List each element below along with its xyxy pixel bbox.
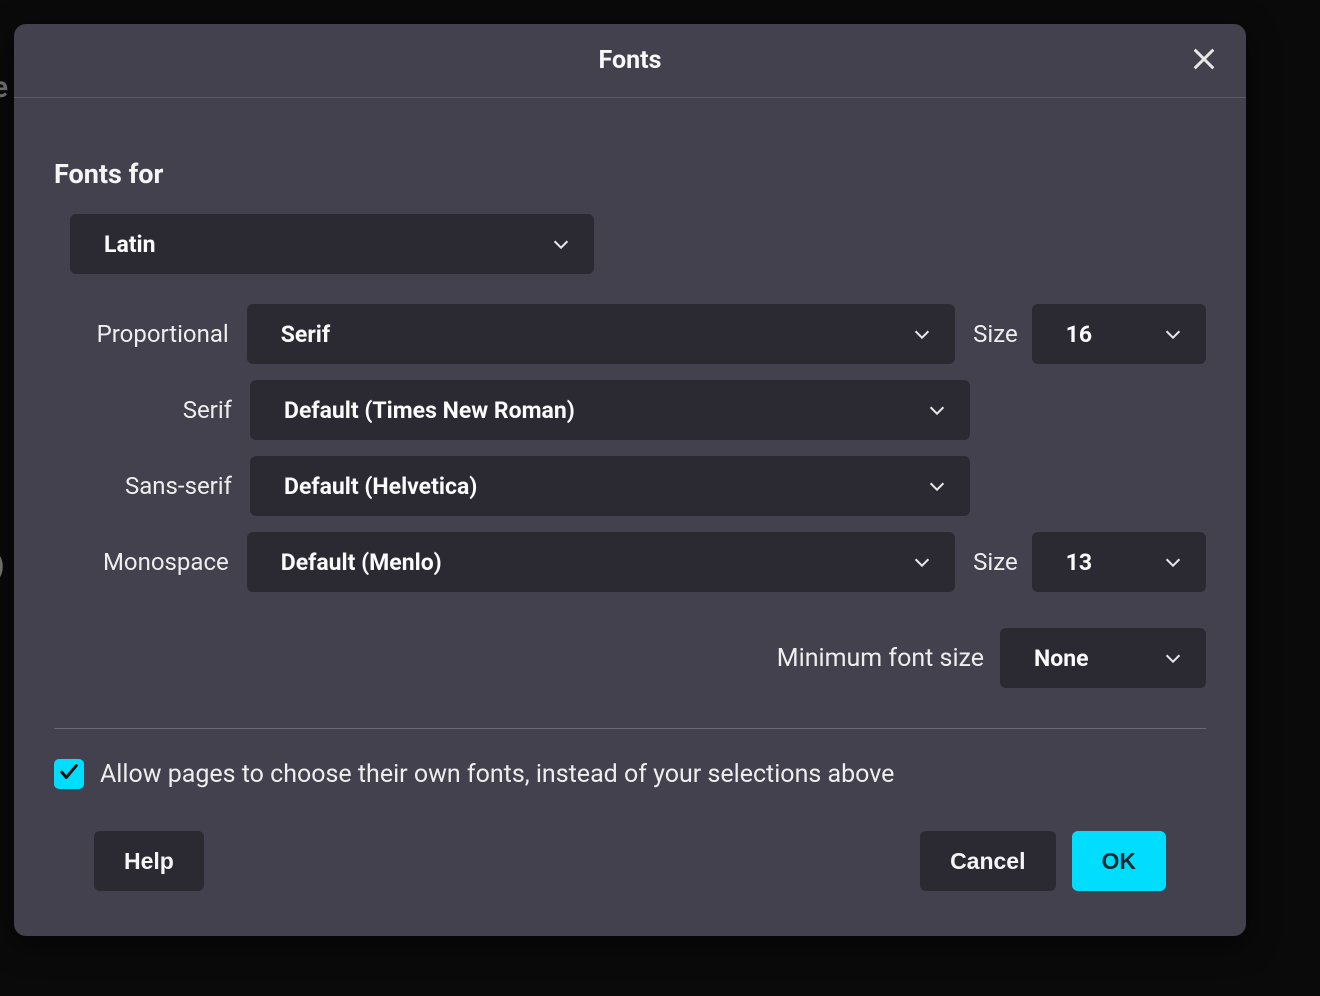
ok-button-label: OK	[1102, 848, 1137, 875]
dialog-footer: Help Cancel OK	[54, 831, 1206, 927]
background-text-fragment: )	[0, 548, 5, 583]
proportional-size-value: 16	[1066, 321, 1092, 348]
minimum-font-size-row: Minimum font size None	[54, 628, 1206, 688]
help-button-label: Help	[124, 848, 174, 875]
sans-serif-label: Sans-serif	[54, 472, 250, 500]
sans-serif-select[interactable]: Default (Helvetica)	[250, 456, 970, 516]
cancel-button-label: Cancel	[950, 848, 1025, 875]
serif-select-value: Default (Times New Roman)	[284, 397, 575, 424]
monospace-select-value: Default (Menlo)	[281, 549, 442, 576]
chevron-down-icon	[550, 233, 572, 255]
monospace-size-label: Size	[973, 548, 1018, 576]
fonts-dialog: Fonts Fonts for Latin Proportional Serif…	[14, 24, 1246, 936]
monospace-select[interactable]: Default (Menlo)	[247, 532, 955, 592]
minimum-font-size-label: Minimum font size	[777, 644, 984, 673]
background-text-fragment: e	[0, 70, 8, 105]
proportional-label: Proportional	[54, 320, 247, 348]
proportional-size-select[interactable]: 16	[1032, 304, 1206, 364]
serif-select[interactable]: Default (Times New Roman)	[250, 380, 970, 440]
chevron-down-icon	[1162, 323, 1184, 345]
chevron-down-icon	[911, 551, 933, 573]
sans-serif-row: Sans-serif Default (Helvetica)	[54, 456, 1206, 516]
close-icon	[1190, 45, 1218, 76]
dialog-body: Fonts for Latin Proportional Serif Size …	[14, 98, 1246, 936]
serif-row: Serif Default (Times New Roman)	[54, 380, 1206, 440]
script-select-value: Latin	[104, 231, 156, 258]
serif-label: Serif	[54, 396, 250, 424]
monospace-size-value: 13	[1066, 549, 1092, 576]
monospace-size-select[interactable]: 13	[1032, 532, 1206, 592]
footer-right: Cancel OK	[920, 831, 1166, 891]
allow-pages-checkbox[interactable]	[54, 759, 84, 789]
check-icon	[58, 761, 80, 787]
chevron-down-icon	[926, 475, 948, 497]
proportional-select-value: Serif	[281, 321, 330, 348]
proportional-size-label: Size	[973, 320, 1018, 348]
minimum-font-size-select[interactable]: None	[1000, 628, 1206, 688]
chevron-down-icon	[1162, 647, 1184, 669]
allow-pages-row: Allow pages to choose their own fonts, i…	[54, 759, 1206, 789]
minimum-font-size-value: None	[1034, 645, 1089, 672]
close-button[interactable]	[1184, 41, 1224, 81]
sans-serif-select-value: Default (Helvetica)	[284, 473, 477, 500]
chevron-down-icon	[911, 323, 933, 345]
chevron-down-icon	[1162, 551, 1184, 573]
fonts-for-heading: Fonts for	[54, 158, 1206, 190]
cancel-button[interactable]: Cancel	[920, 831, 1055, 891]
monospace-row: Monospace Default (Menlo) Size 13	[54, 532, 1206, 592]
divider	[54, 728, 1206, 729]
dialog-title: Fonts	[599, 46, 662, 75]
ok-button[interactable]: OK	[1072, 831, 1167, 891]
proportional-row: Proportional Serif Size 16	[54, 304, 1206, 364]
proportional-select[interactable]: Serif	[247, 304, 955, 364]
script-select[interactable]: Latin	[70, 214, 594, 274]
chevron-down-icon	[926, 399, 948, 421]
monospace-label: Monospace	[54, 548, 247, 576]
help-button[interactable]: Help	[94, 831, 204, 891]
allow-pages-label: Allow pages to choose their own fonts, i…	[100, 760, 894, 789]
dialog-header: Fonts	[14, 24, 1246, 98]
